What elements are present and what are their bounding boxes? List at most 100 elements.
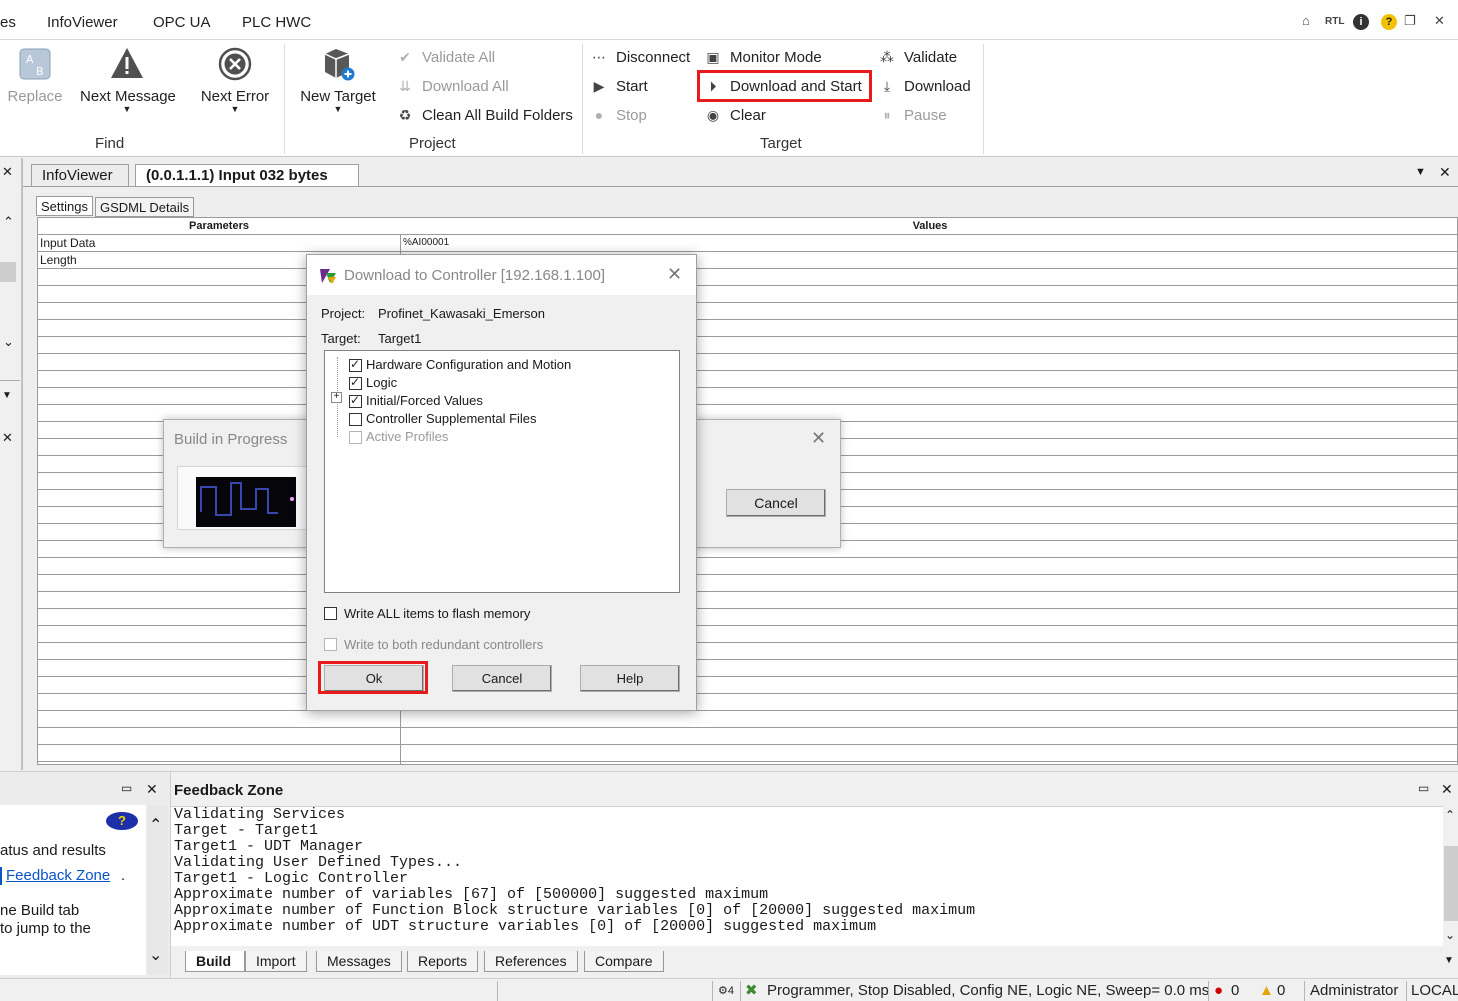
help-icon[interactable]: ? — [106, 812, 138, 830]
feedback-output[interactable]: Validating Services Target - Target1 Tar… — [171, 806, 1443, 946]
table-row[interactable] — [38, 643, 1457, 660]
scroll-up-icon[interactable]: ⌃ — [149, 815, 162, 835]
write-redundant-label: Write to both redundant controllers — [344, 637, 544, 652]
table-row[interactable] — [38, 694, 1457, 711]
close-icon[interactable]: ✕ — [2, 164, 13, 180]
validate-label: Validate — [904, 49, 958, 66]
checkbox-initial-forced-values[interactable] — [349, 393, 362, 408]
ribbon-tab-plc-hwc[interactable]: PLC HWC — [242, 14, 311, 31]
table-row[interactable] — [38, 592, 1457, 609]
table-row[interactable] — [38, 286, 1457, 303]
write-flash-checkbox[interactable] — [324, 607, 337, 620]
info-icon[interactable]: i — [1353, 14, 1369, 30]
scrollbar-thumb[interactable] — [1444, 846, 1458, 921]
table-row[interactable]: Input Data %AI00001 — [38, 235, 1457, 252]
table-row[interactable] — [38, 745, 1457, 762]
tab-underline — [23, 186, 1458, 187]
clear-button[interactable]: ◉ Clear — [704, 104, 766, 126]
ribbon-tab-partial[interactable]: es — [0, 14, 16, 31]
table-row[interactable] — [38, 354, 1457, 371]
table-row[interactable] — [38, 660, 1457, 677]
disconnect-button[interactable]: ⋯ Disconnect — [590, 46, 690, 68]
next-error-button[interactable]: Next Error ▼ — [198, 46, 272, 114]
tab-import[interactable]: Import — [245, 951, 307, 972]
table-row[interactable] — [38, 558, 1457, 575]
next-message-label: Next Message — [80, 88, 176, 105]
table-row[interactable] — [38, 388, 1457, 405]
download-all-button[interactable]: ⇊ Download All — [396, 75, 509, 97]
pause-icon: ⏸ — [883, 107, 891, 123]
download-button[interactable]: ⤓ Download — [878, 75, 971, 97]
replace-button[interactable]: AB Replace — [6, 46, 64, 105]
close-icon[interactable]: ✕ — [667, 264, 682, 285]
rtl-icon[interactable]: RTL — [1325, 16, 1344, 27]
scrollbar-thumb[interactable] — [0, 262, 16, 282]
new-target-button[interactable]: New Target ▼ — [297, 46, 379, 114]
feedback-zone-link[interactable]: Feedback Zone — [6, 867, 110, 884]
scrollbar[interactable]: ⌃ ⌄ — [147, 805, 168, 975]
checkbox-supplemental-files[interactable] — [349, 413, 362, 426]
tab-input-032-bytes[interactable]: (0.0.1.1.1) Input 032 bytes — [135, 164, 359, 186]
table-row[interactable] — [38, 371, 1457, 388]
close-icon[interactable]: ✕ — [1441, 781, 1453, 798]
table-row[interactable] — [38, 337, 1457, 354]
checkbox-hardware-config[interactable] — [349, 357, 362, 372]
home-icon[interactable]: ⌂ — [1302, 13, 1310, 28]
scrollbar[interactable]: ⌃ ⌄ — [1443, 806, 1458, 946]
table-row[interactable] — [38, 762, 1457, 764]
stop-button[interactable]: ● Stop — [590, 104, 647, 126]
value-cell[interactable]: %AI00001 — [403, 235, 449, 251]
validate-button[interactable]: ⁂ Validate — [878, 46, 957, 68]
dropdown-arrow-icon[interactable]: ▼ — [1444, 955, 1454, 966]
pin-icon[interactable]: ▭ — [1418, 781, 1429, 795]
table-row[interactable] — [38, 626, 1457, 643]
table-row[interactable] — [38, 609, 1457, 626]
validate-all-button[interactable]: ✔ Validate All — [396, 46, 495, 68]
dropdown-arrow-icon[interactable]: ▼ — [2, 390, 12, 401]
tab-references[interactable]: References — [484, 951, 578, 972]
table-row[interactable]: Length — [38, 252, 1457, 269]
tab-gsdml-details[interactable]: GSDML Details — [95, 197, 195, 217]
table-row[interactable] — [38, 711, 1457, 728]
cancel-button[interactable]: Cancel — [452, 665, 552, 692]
tab-infoviewer[interactable]: InfoViewer — [31, 164, 129, 186]
clean-all-build-folders-button[interactable]: ♻ Clean All Build Folders — [396, 104, 573, 126]
expand-icon[interactable]: + — [331, 392, 342, 403]
scroll-up-icon[interactable]: ⌃ — [1445, 808, 1455, 822]
table-row[interactable] — [38, 269, 1457, 286]
scroll-down-icon[interactable]: ⌄ — [1445, 928, 1455, 942]
close-window-icon[interactable]: ✕ — [1434, 13, 1445, 29]
scroll-down-icon[interactable]: ⌄ — [149, 945, 162, 965]
tab-reports[interactable]: Reports — [407, 951, 479, 972]
scroll-down-icon[interactable]: ⌄ — [3, 334, 14, 350]
dropdown-arrow-icon[interactable]: ▼ — [1415, 166, 1426, 178]
table-row[interactable] — [38, 575, 1457, 592]
tab-build[interactable]: Build — [185, 951, 245, 972]
close-icon[interactable]: ✕ — [811, 428, 826, 449]
help-icon[interactable]: ? — [1381, 14, 1397, 30]
help-button[interactable]: Help — [580, 665, 680, 692]
close-icon[interactable]: ✕ — [2, 430, 13, 446]
next-message-button[interactable]: Next Message ▼ — [80, 46, 176, 114]
status-bar: ⚙4 ✖ Programmer, Stop Disabled, Config N… — [0, 978, 1458, 1001]
scroll-up-icon[interactable]: ⌃ — [3, 214, 14, 230]
monitor-mode-button[interactable]: ▣ Monitor Mode — [704, 46, 821, 68]
table-row[interactable] — [38, 677, 1457, 694]
tab-settings[interactable]: Settings — [36, 196, 93, 216]
pause-button[interactable]: ⏸ Pause — [878, 104, 947, 126]
build-cancel-button[interactable]: Cancel — [726, 489, 826, 517]
tab-messages[interactable]: Messages — [316, 951, 402, 972]
start-button[interactable]: ▶ Start — [590, 75, 648, 97]
ribbon-tab-infoviewer[interactable]: InfoViewer — [47, 14, 118, 31]
pin-icon[interactable]: ▭ — [121, 781, 132, 795]
checkbox-logic[interactable] — [349, 375, 362, 390]
close-tab-icon[interactable]: ✕ — [1439, 164, 1451, 181]
table-row[interactable] — [38, 728, 1457, 745]
table-row[interactable] — [38, 320, 1457, 337]
restore-icon[interactable]: ❐ — [1404, 13, 1416, 29]
feedback-line: Approximate number of variables [67] of … — [174, 886, 769, 903]
table-row[interactable] — [38, 303, 1457, 320]
tab-compare[interactable]: Compare — [584, 951, 664, 972]
close-icon[interactable]: ✕ — [146, 781, 158, 798]
ribbon-tab-opc-ua[interactable]: OPC UA — [153, 14, 211, 31]
